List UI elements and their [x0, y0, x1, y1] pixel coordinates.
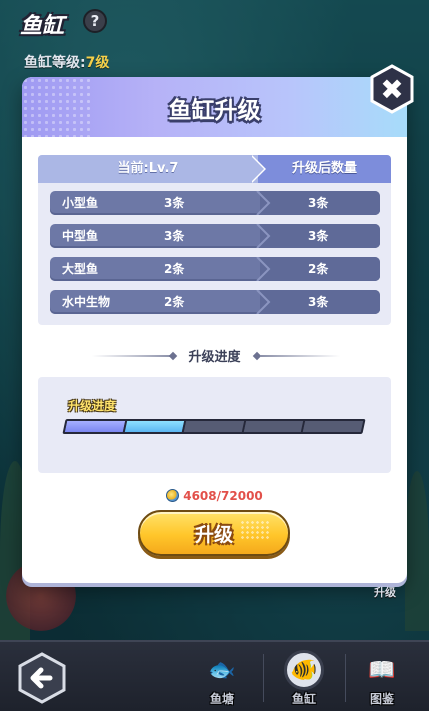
progress-segment	[64, 421, 127, 432]
after-count: 3条	[308, 229, 329, 243]
header-arrow-icon	[250, 155, 264, 183]
tank-level: 鱼缸等级:7级	[24, 52, 109, 72]
after-count: 3条	[308, 196, 329, 210]
modal-header: 鱼缸升级	[22, 77, 407, 137]
after-upgrade-header: 升级后数量	[258, 155, 391, 183]
fish-type: 小型鱼	[62, 196, 99, 210]
progress-divider: 升级进度	[22, 345, 407, 365]
tank-level-label: 鱼缸等级:	[24, 55, 86, 71]
table-row: 小型鱼 3条 3条	[50, 191, 380, 215]
capacity-table: 升级后数量 当前:Lv.7 小型鱼 3条 3条 中型鱼 3条 3条 大型鱼 2条…	[38, 155, 391, 325]
fish-bowl-icon: 🐠	[284, 650, 324, 690]
progress-segment	[303, 421, 364, 432]
bottom-nav-bar: 🐟 鱼塘 🐠 鱼缸 📖 图鉴	[0, 640, 429, 711]
close-button[interactable]: ✖	[367, 64, 417, 114]
table-row: 水中生物 2条 3条	[50, 290, 380, 314]
nav-item-fish-pond[interactable]: 🐟 鱼塘	[190, 648, 254, 708]
table-row: 大型鱼 2条 2条	[50, 257, 380, 281]
coin-icon	[166, 489, 180, 502]
book-icon: 📖	[368, 657, 396, 683]
upgrade-progress-bar	[62, 419, 366, 434]
page-title: 鱼缸	[20, 14, 65, 39]
table-header: 升级后数量 当前:Lv.7	[38, 155, 391, 183]
nav-item-fish-tank[interactable]: 🐠 鱼缸	[272, 648, 336, 708]
close-icon: ✖	[380, 72, 404, 106]
current-count: 3条	[164, 196, 185, 210]
side-upgrade-label: 升级	[374, 586, 396, 599]
progress-segment	[184, 421, 246, 432]
fish-pond-icon: 🐟	[208, 657, 236, 683]
arrow-left-icon	[18, 652, 66, 704]
upgrade-modal: 鱼缸升级 升级后数量 当前:Lv.7 小型鱼 3条 3条 中型鱼 3条 3条 大…	[22, 77, 407, 583]
nav-label: 图鉴	[369, 692, 394, 706]
fish-type: 大型鱼	[62, 262, 99, 276]
after-count: 3条	[308, 295, 329, 309]
nav-divider	[345, 654, 346, 702]
progress-segment	[124, 421, 187, 432]
back-button[interactable]	[16, 652, 68, 704]
help-icon[interactable]: ?	[83, 9, 107, 33]
table-row: 中型鱼 3条 3条	[50, 224, 380, 248]
progress-label: 升级进度	[68, 399, 117, 413]
shine-decoration	[240, 520, 270, 540]
nav-item-encyclopedia[interactable]: 📖 图鉴	[350, 648, 414, 708]
fish-type: 水中生物	[62, 295, 111, 309]
upgrade-cost: 4608/72000	[22, 489, 407, 509]
chevron-right-icon	[256, 191, 271, 215]
fish-type: 中型鱼	[62, 229, 99, 243]
cost-value: 4608/72000	[183, 489, 263, 503]
chevron-right-icon	[256, 224, 271, 248]
progress-panel: 升级进度	[38, 377, 391, 473]
nav-label: 鱼塘	[209, 692, 234, 706]
upgrade-button-label: 升级	[194, 523, 233, 546]
progress-segment	[243, 421, 306, 432]
chevron-right-icon	[256, 290, 271, 314]
tank-level-value: 7级	[85, 55, 110, 71]
progress-section-title: 升级进度	[188, 350, 241, 365]
nav-label: 鱼缸	[291, 692, 316, 706]
nav-divider	[263, 654, 264, 702]
current-level-header: 当前:Lv.7	[38, 155, 258, 183]
modal-title: 鱼缸升级	[168, 98, 261, 124]
upgrade-button[interactable]: 升级	[138, 510, 290, 556]
after-count: 2条	[308, 262, 329, 276]
current-count: 2条	[164, 295, 185, 309]
chevron-right-icon	[256, 257, 271, 281]
current-count: 3条	[164, 229, 185, 243]
current-count: 2条	[164, 262, 185, 276]
